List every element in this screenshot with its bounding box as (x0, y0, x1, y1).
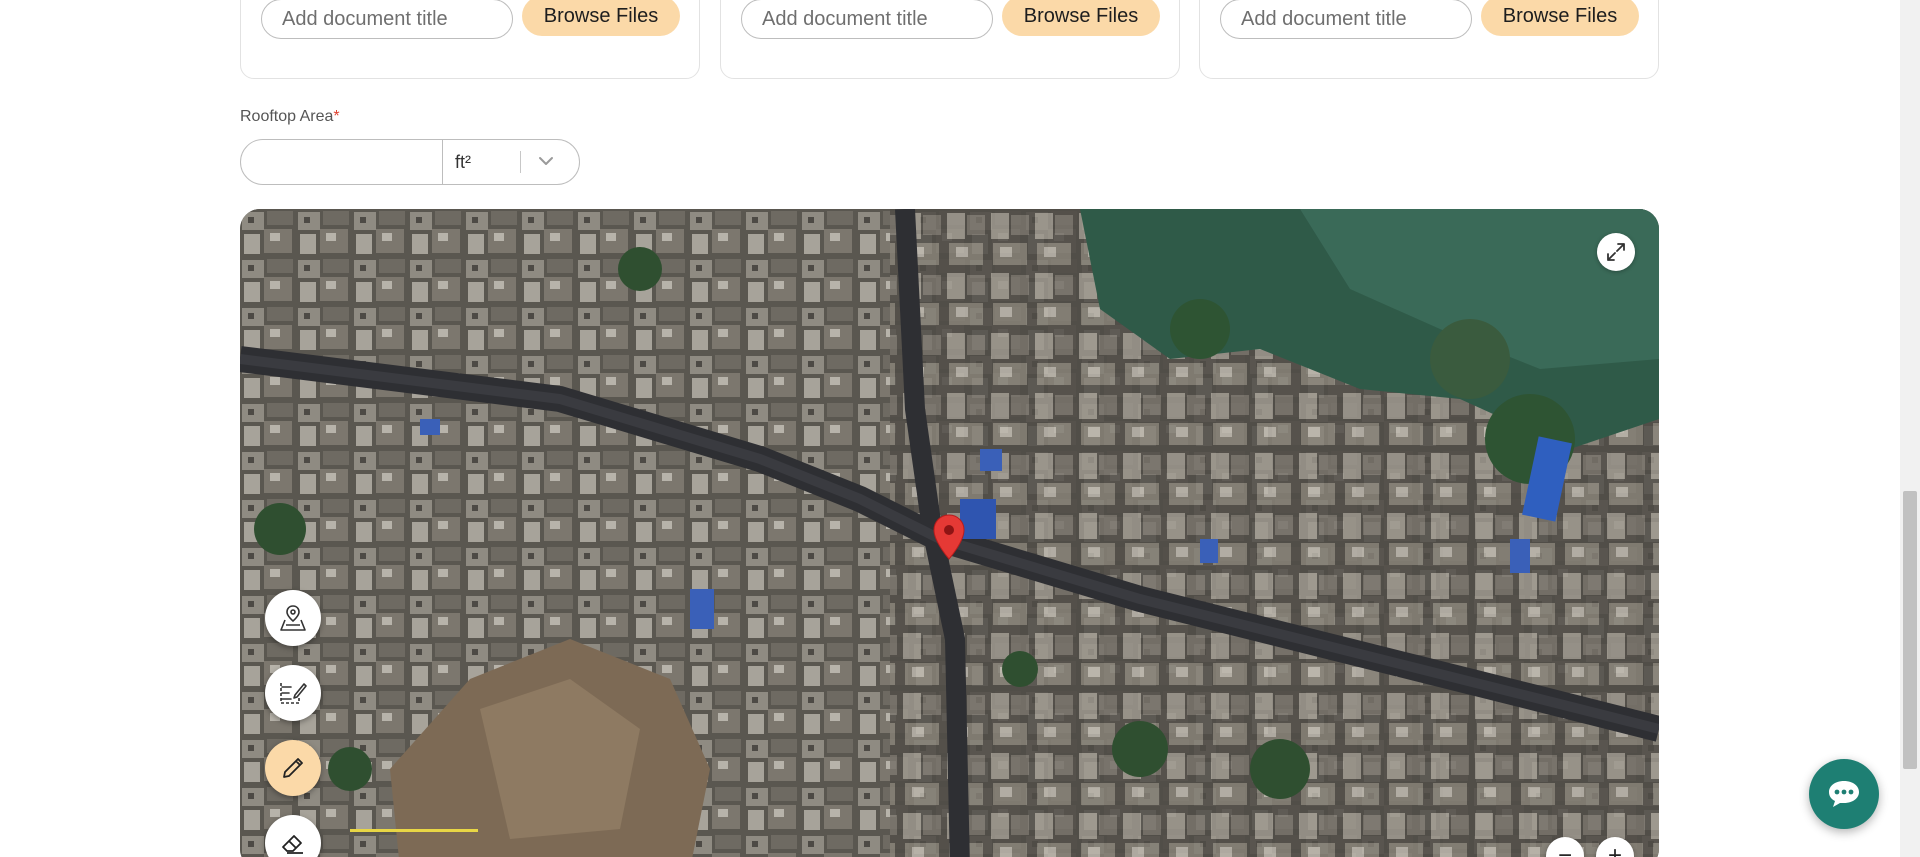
rooftop-area-input[interactable] (241, 140, 442, 184)
unit-selected-value: ft² (455, 152, 471, 172)
form-edit-icon (280, 683, 307, 704)
map-layers-tool[interactable] (265, 590, 321, 646)
browse-files-button[interactable]: Browse Files (1481, 0, 1639, 36)
page: Browse Files Browse Files Browse Files R… (0, 0, 1920, 857)
document-upload-card: Browse Files (240, 0, 700, 79)
required-marker: * (333, 108, 340, 125)
document-upload-card: Browse Files (720, 0, 1180, 79)
chat-button[interactable] (1809, 759, 1879, 829)
rooftop-area-label: Rooftop Area* (240, 108, 340, 126)
pencil-icon (283, 758, 303, 778)
page-scrollbar-thumb[interactable] (1903, 491, 1917, 769)
eraser-icon (282, 835, 303, 854)
rooftop-area-field: ft² (240, 139, 580, 185)
map-scale-bar (350, 829, 478, 832)
draw-tool[interactable] (265, 740, 321, 796)
rooftop-area-label-text: Rooftop Area (240, 108, 334, 125)
document-title-input[interactable] (1220, 0, 1472, 39)
document-title-input[interactable] (261, 0, 513, 39)
location-marker-icon[interactable] (932, 513, 966, 561)
unit-select[interactable]: ft² (443, 140, 579, 184)
map-pin-icon (280, 605, 306, 631)
document-upload-card: Browse Files (1199, 0, 1659, 79)
browse-files-button[interactable]: Browse Files (1002, 0, 1160, 36)
fullscreen-button[interactable] (1597, 233, 1635, 271)
edit-area-tool[interactable] (265, 665, 321, 721)
document-title-input[interactable] (741, 0, 993, 39)
select-separator (520, 151, 521, 173)
chat-bubble-icon (1829, 781, 1859, 807)
satellite-map[interactable]: − + (240, 209, 1659, 857)
browse-files-button[interactable]: Browse Files (522, 0, 680, 36)
chevron-down-icon (539, 157, 553, 165)
expand-icon (1607, 243, 1625, 261)
